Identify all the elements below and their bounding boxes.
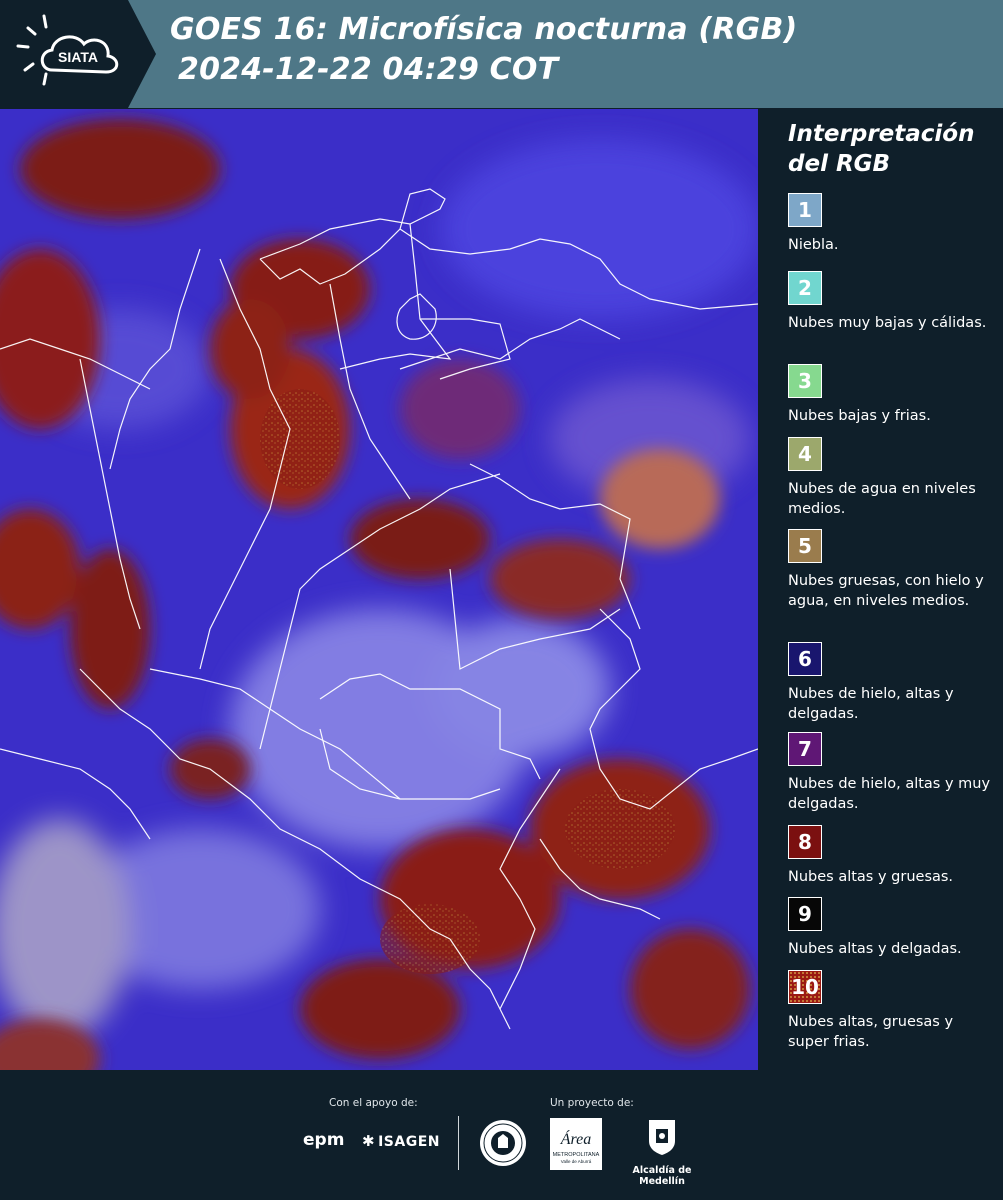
- legend-label-3: Nubes bajas y frias.: [788, 408, 931, 424]
- legend-label-8: Nubes altas y gruesas.: [788, 869, 954, 885]
- legend-item-9: 9 Nubes altas y delgadas.: [788, 897, 998, 959]
- support-caption: Con el apoyo de:: [329, 1097, 418, 1109]
- epm-logo: epm: [303, 1130, 345, 1150]
- footer: Con el apoyo de: Un proyecto de: epm ✱ IS…: [0, 1070, 1003, 1200]
- page-title: GOES 16: Microfísica nocturna (RGB): [170, 12, 798, 47]
- legend-item-10: 10 Nubes altas, gruesas y super frias.: [788, 970, 998, 1052]
- area-logo-subtext2: Valle de Aburrá: [561, 1159, 592, 1164]
- legend-item-5: 5 Nubes gruesas, con hielo y agua, en ni…: [788, 529, 998, 611]
- legend-swatch-1: 1: [788, 193, 822, 227]
- area-logo-text: Área: [560, 1129, 592, 1148]
- legend-swatch-4: 4: [788, 437, 822, 471]
- area-logo-subtext: METROPOLITANA: [553, 1152, 600, 1158]
- legend-label-6: Nubes de hielo, altas y delgadas.: [788, 686, 954, 722]
- legend-item-6: 6 Nubes de hielo, altas y delgadas.: [788, 642, 998, 724]
- siata-logo-text: SIATA: [58, 49, 98, 65]
- legend-swatch-6: 6: [788, 642, 822, 676]
- legend-label-10: Nubes altas, gruesas y super frias.: [788, 1014, 954, 1050]
- legend-swatch-10: 10: [788, 970, 822, 1004]
- legend-item-8: 8 Nubes altas y gruesas.: [788, 825, 998, 887]
- legend-item-7: 7 Nubes de hielo, altas y muy delgadas.: [788, 732, 998, 814]
- legend-label-1: Niebla.: [788, 237, 839, 253]
- legend-label-4: Nubes de agua en niveles medios.: [788, 481, 976, 517]
- legend-item-1: 1 Niebla.: [788, 193, 998, 255]
- legend-swatch-5: 5: [788, 529, 822, 563]
- satellite-imagery: [0, 109, 758, 1070]
- legend-swatch-2: 2: [788, 271, 822, 305]
- legend-title: Interpretación del RGB: [788, 121, 975, 177]
- alcaldia-logo: Alcaldía de Medellín: [612, 1117, 712, 1187]
- legend-label-2: Nubes muy bajas y cálidas.: [788, 315, 987, 331]
- legend-item-2: 2 Nubes muy bajas y cálidas.: [788, 271, 998, 333]
- legend-label-5: Nubes gruesas, con hielo y agua, en nive…: [788, 573, 984, 609]
- isagen-logo-text: ISAGEN: [378, 1134, 440, 1150]
- legend-swatch-9: 9: [788, 897, 822, 931]
- header-bar: SIATA GOES 16: Microfísica nocturna (RGB…: [0, 0, 1003, 108]
- alcaldia-label: Alcaldía de Medellín: [632, 1165, 692, 1187]
- legend-swatch-3: 3: [788, 364, 822, 398]
- medellin-seal-logo: [480, 1120, 526, 1166]
- satellite-map: [0, 109, 758, 1070]
- timestamp: 2024-12-22 04:29 COT: [178, 52, 559, 87]
- legend-item-4: 4 Nubes de agua en niveles medios.: [788, 437, 998, 519]
- legend-swatch-8: 8: [788, 825, 822, 859]
- alcaldia-crest-icon: [649, 1120, 675, 1155]
- area-metropolitana-logo: Área METROPOLITANA Valle de Aburrá: [550, 1118, 602, 1170]
- legend-label-7: Nubes de hielo, altas y muy delgadas.: [788, 776, 991, 812]
- isagen-logo: ✱ ISAGEN: [362, 1132, 440, 1150]
- footer-divider: [458, 1116, 459, 1170]
- legend-swatch-7: 7: [788, 732, 822, 766]
- legend-label-9: Nubes altas y delgadas.: [788, 941, 962, 957]
- isagen-mark-icon: ✱: [362, 1132, 376, 1150]
- legend-item-3: 3 Nubes bajas y frias.: [788, 364, 998, 426]
- rgb-legend: Interpretación del RGB 1 Niebla. 2 Nubes…: [762, 109, 1003, 1070]
- project-caption: Un proyecto de:: [550, 1097, 634, 1109]
- siata-logo: SIATA: [0, 0, 160, 108]
